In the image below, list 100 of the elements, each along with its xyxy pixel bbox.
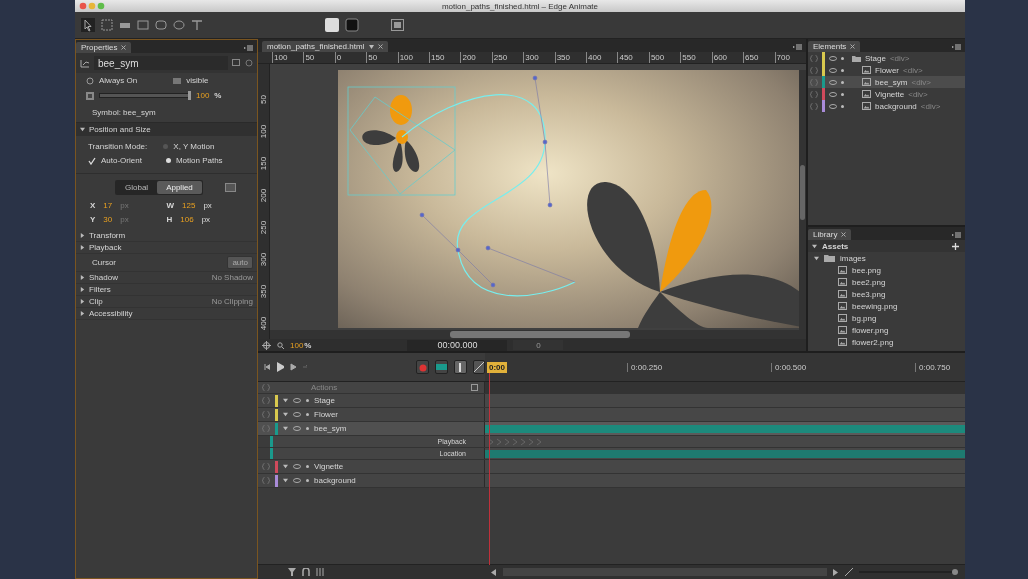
close-icon[interactable]	[841, 232, 847, 237]
timeline-layer-row[interactable]: bee_sym	[258, 422, 485, 435]
properties-tab[interactable]: Properties	[76, 42, 132, 53]
radio-button[interactable]	[165, 158, 171, 163]
disclosure-triangle-icon[interactable]	[283, 478, 288, 483]
element-row[interactable]: Vignette <div>	[808, 88, 965, 100]
selection-arrow-icon[interactable]	[81, 18, 95, 32]
close-icon[interactable]	[850, 44, 856, 49]
panel-menu-icon[interactable]	[952, 44, 961, 50]
transform-grid-icon[interactable]	[101, 19, 113, 31]
document-tab[interactable]: motion_paths_finished.html	[262, 41, 389, 52]
element-row[interactable]: Stage <div>	[808, 52, 965, 64]
property-group-row[interactable]: Shadow No Shadow	[76, 272, 257, 284]
eye-icon[interactable]	[293, 478, 301, 483]
vertical-scrollbar[interactable]	[799, 70, 806, 330]
crosshair-icon[interactable]	[262, 340, 271, 350]
disclosure-triangle-icon[interactable]	[80, 233, 85, 238]
coordinate-mode-button[interactable]: Applied	[157, 181, 202, 194]
stage-artboard[interactable]	[338, 70, 799, 328]
zoom-slider-icon[interactable]	[859, 569, 959, 575]
magnet-icon[interactable]	[302, 568, 310, 576]
lock-dot-icon[interactable]	[306, 465, 309, 468]
bee-drawing[interactable]	[362, 95, 420, 172]
sync-icon[interactable]	[245, 59, 253, 67]
radio-label[interactable]: X, Y Motion	[173, 142, 215, 151]
asset-row[interactable]: flower.png	[808, 324, 965, 336]
asset-row[interactable]: bg.png	[808, 312, 965, 324]
property-group-row[interactable]: Accessibility	[76, 308, 257, 320]
auto-keyframe-button[interactable]	[416, 360, 429, 374]
lock-dot-icon[interactable]	[841, 92, 844, 96]
checkbox[interactable]	[88, 156, 96, 165]
close-icon[interactable]	[378, 44, 384, 49]
auto-transition-button[interactable]	[435, 360, 448, 374]
frame-field[interactable]: 0	[513, 340, 564, 350]
zoom-fit-icon[interactable]	[845, 568, 853, 576]
element-row[interactable]: Flower <div>	[808, 64, 965, 76]
eye-icon[interactable]	[293, 464, 301, 469]
layout-preset-icon[interactable]	[224, 183, 236, 192]
elements-tab[interactable]: Elements	[808, 41, 861, 52]
radio-label[interactable]: Motion Paths	[175, 156, 223, 165]
property-group-row[interactable]: Clip No Clipping	[76, 296, 257, 308]
timeline-layer-row[interactable]: Flower	[258, 408, 485, 421]
lock-dot-icon[interactable]	[841, 80, 844, 84]
lock-dot-icon[interactable]	[306, 413, 309, 416]
lock-dot-icon[interactable]	[841, 68, 844, 72]
timeline-layer-row[interactable]: background	[258, 474, 485, 487]
disclosure-triangle-icon[interactable]	[80, 275, 85, 280]
window-controls-icon[interactable]	[79, 2, 105, 10]
flower-drawing[interactable]	[587, 182, 799, 328]
position-value[interactable]: 30	[103, 215, 113, 224]
display-dropdown[interactable]: Always On	[99, 76, 138, 85]
property-group-row[interactable]: Transform	[76, 230, 257, 242]
timeline-layer-row[interactable]: Stage	[258, 394, 485, 407]
opacity-slider-track[interactable]	[99, 91, 191, 100]
disclosure-triangle-icon[interactable]	[80, 127, 85, 132]
eye-icon[interactable]	[293, 412, 301, 417]
caret-icon[interactable]	[369, 44, 375, 49]
symbol-name-field[interactable]: bee_sym	[94, 56, 228, 70]
go-to-start-icon[interactable]	[264, 363, 270, 371]
rounded-rectangle-icon[interactable]	[155, 19, 167, 31]
disclosure-triangle-icon[interactable]	[283, 464, 288, 469]
folder-row[interactable]: images	[808, 252, 965, 264]
scroll-left-icon[interactable]	[491, 568, 497, 576]
search-icon[interactable]	[277, 341, 284, 349]
filter-icon[interactable]	[288, 568, 296, 576]
playhead-time-label[interactable]: 0:00	[487, 361, 507, 373]
library-tab[interactable]: Library	[808, 229, 852, 240]
disclosure-triangle-icon[interactable]	[283, 426, 288, 431]
stage-preview-icon[interactable]	[391, 19, 404, 31]
edit-symbol-icon[interactable]	[232, 59, 241, 67]
disclosure-triangle-icon[interactable]	[80, 311, 85, 316]
close-icon[interactable]	[121, 45, 127, 50]
position-value[interactable]: 106	[180, 215, 194, 224]
add-icon[interactable]	[952, 242, 959, 250]
zoom-value[interactable]: 100	[290, 340, 304, 350]
asset-row[interactable]: bee2.png	[808, 276, 965, 288]
lock-dot-icon[interactable]	[841, 56, 844, 60]
checkbox-label[interactable]: Auto-Orient	[101, 156, 142, 165]
fill-swatch-icon[interactable]	[325, 18, 339, 32]
eye-icon[interactable]	[293, 398, 301, 403]
disclosure-triangle-icon[interactable]	[80, 287, 85, 292]
disclosure-triangle-icon[interactable]	[283, 398, 288, 403]
lock-dot-icon[interactable]	[841, 104, 844, 108]
panel-menu-icon[interactable]	[244, 45, 253, 51]
position-value[interactable]: 125	[182, 201, 196, 210]
position-value[interactable]: 17	[103, 201, 113, 210]
library-section-header[interactable]: Assets	[808, 240, 965, 252]
disclosure-triangle-icon[interactable]	[283, 412, 288, 417]
scroll-right-icon[interactable]	[833, 568, 839, 576]
asset-row[interactable]: beewing.png	[808, 300, 965, 312]
timeline-layer-row[interactable]: Vignette	[258, 460, 485, 473]
text-tool-icon[interactable]	[191, 19, 203, 31]
asset-row[interactable]: bee.png	[808, 264, 965, 276]
ellipse-tool-icon[interactable]	[173, 19, 185, 31]
lock-dot-icon[interactable]	[306, 399, 309, 402]
opacity-slider-thumb[interactable]	[188, 91, 191, 100]
grid-icon[interactable]	[316, 568, 326, 576]
section-header[interactable]: Position and Size	[76, 122, 257, 136]
asset-row[interactable]: bee3.png	[808, 288, 965, 300]
lock-dot-icon[interactable]	[306, 479, 309, 482]
